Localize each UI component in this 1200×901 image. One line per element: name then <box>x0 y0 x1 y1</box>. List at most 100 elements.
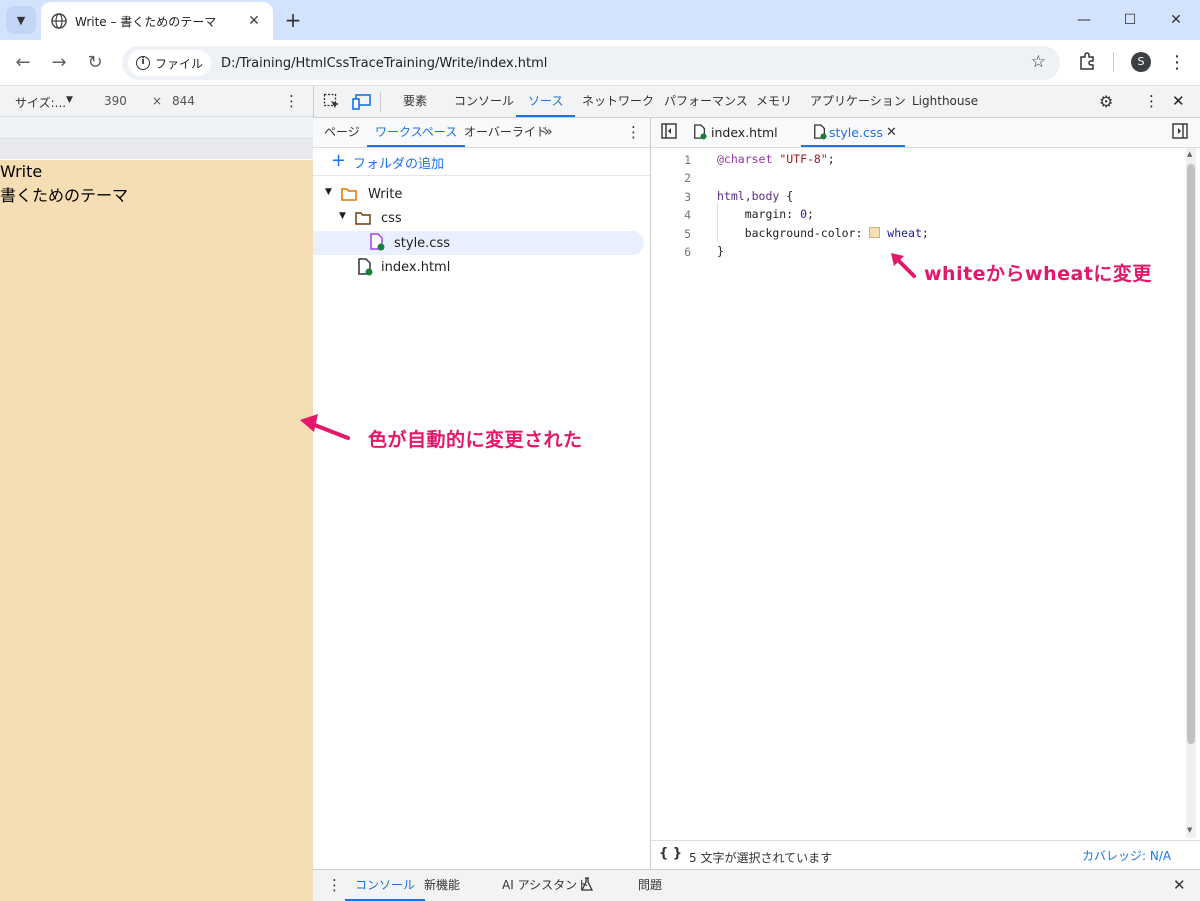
browser-tab[interactable]: Write – 書くためのテーマ ✕ <box>41 2 273 40</box>
code-line-5[interactable]: background-color: wheat; <box>717 226 929 240</box>
editor-tab-index-html[interactable]: index.html <box>693 118 793 147</box>
device-toggle-icon[interactable] <box>352 93 372 114</box>
color-swatch[interactable] <box>869 227 881 238</box>
code-editor: index.html style.css ✕ 1 @charset "UTF-8… <box>651 118 1200 840</box>
add-folder-row[interactable]: + フォルダの追加 <box>313 148 650 176</box>
line-number: 4 <box>684 208 691 222</box>
maximize-icon[interactable]: ☐ <box>1120 10 1140 30</box>
url-text[interactable]: D:/Training/HtmlCssTraceTraining/Write/i… <box>221 56 547 71</box>
code-line-6[interactable]: } <box>717 244 724 258</box>
html-file-icon <box>358 258 373 276</box>
extensions-icon[interactable] <box>1076 52 1098 74</box>
page-subheading: 書くためのテーマ <box>0 186 129 205</box>
tab-memory[interactable]: メモリ <box>756 86 792 117</box>
devtools-menu-icon[interactable]: ⋮ <box>1144 92 1159 110</box>
back-icon[interactable]: ← <box>12 52 34 74</box>
toggle-debugger-icon[interactable] <box>1172 123 1188 142</box>
drawer-menu-icon[interactable]: ⋮ <box>327 870 342 901</box>
device-more-icon[interactable]: ⋮ <box>284 92 299 110</box>
browser-toolbar: ← → ↻ i ファイル D:/Training/HtmlCssTraceTra… <box>0 40 1200 86</box>
browser-tab-strip: ▼ Write – 書くためのテーマ ✕ + — ☐ ✕ <box>0 0 1200 40</box>
tab-console[interactable]: コンソール <box>454 86 514 117</box>
close-tab-icon[interactable]: ✕ <box>886 118 897 147</box>
navigator-menu-icon[interactable]: ⋮ <box>626 118 641 147</box>
html-file-icon <box>694 124 707 140</box>
tab-sources[interactable]: ソース <box>516 86 576 117</box>
reload-icon[interactable]: ↻ <box>84 52 106 74</box>
bookmark-star-icon[interactable]: ☆ <box>1031 52 1046 72</box>
flask-icon <box>580 870 594 901</box>
devtools-drawer: ⋮ コンソール 新機能 AI アシスタント 問題 ✕ <box>313 869 1200 901</box>
tree-label: Write <box>368 187 403 202</box>
pretty-print-icon[interactable]: { } <box>659 846 682 861</box>
close-tab-icon[interactable]: ✕ <box>245 13 263 29</box>
device-height-input[interactable]: 844 <box>172 94 195 108</box>
selection-status: 5 文字が選択されています <box>689 851 833 865</box>
new-tab-button[interactable]: + <box>283 8 303 32</box>
tree-item-style-css[interactable]: style.css <box>313 231 644 255</box>
dimension-separator: × <box>152 94 163 108</box>
coverage-link[interactable]: カバレッジ: N/A <box>1082 847 1171 864</box>
site-info-chip[interactable]: i ファイル <box>128 50 212 76</box>
tab-overrides[interactable]: オーバーライド <box>464 118 548 147</box>
device-size-dropdown[interactable]: サイズ:... <box>15 94 66 111</box>
code-line-1[interactable]: @charset "UTF-8"; <box>717 152 835 166</box>
add-folder-link[interactable]: フォルダの追加 <box>353 153 444 172</box>
annotation-editor-note: whiteからwheatに変更 <box>924 263 1152 285</box>
window-close-icon[interactable]: ✕ <box>1166 10 1186 30</box>
tab-search-button[interactable]: ▼ <box>6 6 36 34</box>
minimize-icon[interactable]: — <box>1074 10 1094 30</box>
editor-tab-style-css[interactable]: style.css ✕ <box>801 118 905 147</box>
annotation-page-note: 色が自動的に変更された <box>368 429 583 451</box>
device-toolbar: サイズ:... ▼ 390 × 844 ⋮ <box>0 86 313 117</box>
browser-menu-icon[interactable]: ⋮ <box>1166 52 1188 74</box>
expand-arrow-icon[interactable]: ▼ <box>339 211 346 221</box>
navigator-tabs: ページ ワークスペース オーバーライド » ⋮ <box>313 118 650 148</box>
tab-application[interactable]: アプリケーション <box>810 86 906 117</box>
tab-lighthouse[interactable]: Lighthouse <box>912 86 978 117</box>
plus-icon: + <box>331 150 347 171</box>
line-number: 1 <box>684 153 691 167</box>
more-tabs-icon[interactable]: » <box>544 118 553 147</box>
code-line-4[interactable]: margin: 0; <box>717 207 814 221</box>
drawer-close-icon[interactable]: ✕ <box>1173 870 1186 901</box>
line-number: 6 <box>684 245 691 259</box>
forward-icon[interactable]: → <box>48 52 70 74</box>
devtools-close-icon[interactable]: ✕ <box>1172 92 1185 110</box>
drawer-tab-console[interactable]: コンソール <box>345 870 426 901</box>
tab-performance[interactable]: パフォーマンス <box>664 86 748 117</box>
drawer-tab-ai-assistant[interactable]: AI アシスタント <box>502 870 589 901</box>
devtools-toolbar: 要素 コンソール ソース ネットワーク パフォーマンス メモリ アプリケーション… <box>313 86 1200 118</box>
folder-icon <box>355 212 371 225</box>
tree-item-index-html[interactable]: index.html <box>313 257 650 279</box>
tree-item-css[interactable]: ▼ css <box>313 209 650 229</box>
profile-avatar[interactable]: S <box>1131 52 1151 72</box>
editor-tab-label: index.html <box>711 125 778 140</box>
scroll-down-icon[interactable]: ▼ <box>1187 826 1192 834</box>
drawer-tab-issues[interactable]: 問題 <box>638 870 662 901</box>
line-number: 5 <box>684 227 691 241</box>
tab-workspace[interactable]: ワークスペース <box>367 118 466 147</box>
drawer-tab-whats-new[interactable]: 新機能 <box>424 870 460 901</box>
inspect-element-icon[interactable] <box>323 93 341 114</box>
tab-page[interactable]: ページ <box>324 118 360 147</box>
tab-network[interactable]: ネットワーク <box>582 86 654 117</box>
folder-icon <box>341 188 357 201</box>
devtools-divider <box>380 92 381 112</box>
expand-arrow-icon[interactable]: ▼ <box>325 187 332 197</box>
scrollbar-thumb[interactable] <box>1187 164 1195 744</box>
device-width-input[interactable]: 390 <box>104 94 127 108</box>
dropdown-arrow-icon[interactable]: ▼ <box>66 95 73 105</box>
tree-item-write[interactable]: ▼ Write <box>313 185 650 205</box>
editor-scrollbar[interactable]: ▲ ▼ <box>1186 148 1196 838</box>
css-file-icon <box>370 233 385 251</box>
settings-gear-icon[interactable]: ⚙ <box>1099 92 1113 111</box>
line-number: 2 <box>684 171 691 185</box>
page-heading: Write <box>0 162 43 181</box>
editor-tab-label: style.css <box>829 125 883 140</box>
address-bar[interactable]: i ファイル D:/Training/HtmlCssTraceTraining/… <box>122 46 1060 80</box>
tab-elements[interactable]: 要素 <box>403 86 427 117</box>
code-line-3[interactable]: html,body { <box>717 189 793 203</box>
scroll-up-icon[interactable]: ▲ <box>1187 150 1192 158</box>
toggle-navigator-icon[interactable] <box>661 123 677 142</box>
